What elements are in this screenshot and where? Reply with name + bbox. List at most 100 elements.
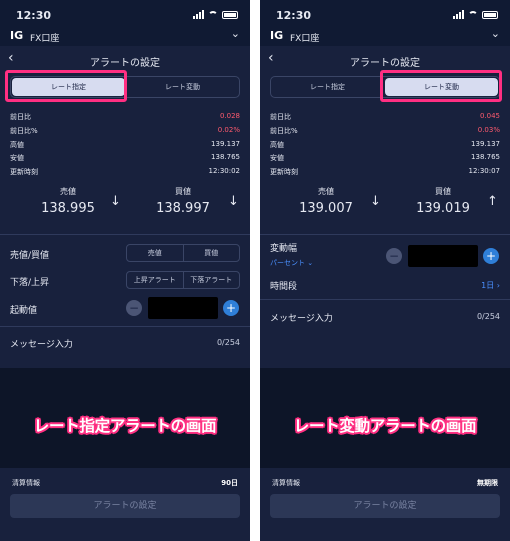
highlight-frame xyxy=(380,70,502,102)
account-selector[interactable]: IG FX口座 ⌄ xyxy=(0,26,250,46)
wifi-icon xyxy=(208,11,218,19)
plus-icon[interactable]: + xyxy=(483,248,499,264)
message-count: 0/254 xyxy=(476,312,500,321)
expiry-info: 清算情報 無期限 xyxy=(272,478,498,488)
stat-label: 前日比 xyxy=(270,113,291,121)
status-icons xyxy=(453,10,498,19)
message-label[interactable]: メッセージ入力 xyxy=(10,337,73,350)
stat-value: 12:30:02 xyxy=(208,167,240,176)
wifi-icon xyxy=(468,11,478,19)
chevron-down-icon: ⌄ xyxy=(230,27,240,40)
rate-change-alert-screen: 12:30 IG FX口座 ⌄ ‹ アラートの設定 レート指定 レート変動 前日… xyxy=(260,0,510,541)
stat-label: 前日比% xyxy=(10,126,38,135)
stat-label: 更新時刻 xyxy=(270,168,298,177)
price-stats: 前日比 0.045 前日比% 0.03% 高値 139.137 安値 138.765 更… xyxy=(270,112,500,181)
account-name: FX口座 xyxy=(290,34,320,44)
sell-price-value: 139.007 xyxy=(299,201,353,216)
stat-value: 0.03% xyxy=(477,125,500,134)
chevron-down-icon: ⌄ xyxy=(490,27,500,40)
price-stats: 前日比 0.028 前日比% 0.02% 高値 139.137 安値 138.765 更… xyxy=(10,112,240,181)
sell-price: 売値 139.007 xyxy=(276,186,376,216)
stat-value: 138.765 xyxy=(471,153,500,162)
sell-price: 売値 138.995 xyxy=(18,186,118,216)
side-label: 売値/買値 xyxy=(10,251,50,261)
period-selector[interactable]: 1日 › xyxy=(481,280,500,291)
stat-label: 前日比 xyxy=(10,113,31,121)
sell-arrow-icon: ↓ xyxy=(110,194,121,209)
status-icons xyxy=(193,10,238,19)
signal-icon xyxy=(453,10,464,19)
expiry-value: 90日 xyxy=(221,479,238,487)
stat-row: 更新時刻 12:30:02 xyxy=(10,167,240,181)
sell-price-label: 売値 xyxy=(318,187,334,196)
screen-caption: レート指定アラートの画面 xyxy=(33,417,217,435)
stat-row: 安値 138.765 xyxy=(270,153,500,167)
unit-select[interactable]: パーセント ⌄ xyxy=(270,258,313,268)
status-bar: 12:30 xyxy=(0,0,250,26)
message-label[interactable]: メッセージ入力 xyxy=(270,311,333,324)
stat-value: 138.765 xyxy=(211,153,240,162)
direction-option-up[interactable]: 上昇アラート xyxy=(127,272,183,288)
stat-row: 前日比% 0.02% xyxy=(10,126,240,140)
sell-price-label: 売値 xyxy=(60,187,76,196)
status-time: 12:30 xyxy=(16,9,52,22)
stat-value: 0.02% xyxy=(217,125,240,134)
buy-arrow-icon: ↓ xyxy=(228,194,239,209)
ig-logo: IG xyxy=(270,29,284,42)
buy-price-value: 138.997 xyxy=(156,201,210,216)
stat-row: 安値 138.765 xyxy=(10,153,240,167)
minus-icon[interactable]: − xyxy=(126,300,142,316)
side-option-sell[interactable]: 売値 xyxy=(127,245,183,261)
minus-icon[interactable]: − xyxy=(386,248,402,264)
tab-rate-specified[interactable]: レート指定 xyxy=(271,77,384,97)
stat-label: 高値 xyxy=(270,140,284,149)
stat-row: 高値 139.137 xyxy=(10,140,240,154)
tab-rate-change[interactable]: レート変動 xyxy=(126,77,239,97)
buy-price-label: 買値 xyxy=(175,187,191,196)
buy-price-label: 買値 xyxy=(435,187,451,196)
period-label: 時間段 xyxy=(270,282,298,292)
stat-value: 0.028 xyxy=(219,112,240,120)
expiry-value: 無期限 xyxy=(477,479,498,487)
buy-arrow-icon: ↑ xyxy=(487,194,498,209)
buy-price: 買値 138.997 xyxy=(133,186,233,216)
direction-selector: 上昇アラート 下落アラート xyxy=(126,271,240,289)
buy-price-value: 139.019 xyxy=(416,201,470,216)
status-time: 12:30 xyxy=(276,9,312,22)
sell-price-value: 138.995 xyxy=(41,201,95,216)
save-alert-button[interactable]: アラートの設定 xyxy=(10,494,240,518)
trigger-value-input[interactable] xyxy=(148,297,218,319)
message-count: 0/254 xyxy=(216,338,240,347)
screen-caption: レート変動アラートの画面 xyxy=(293,417,477,435)
nav-bar: ‹ アラートの設定 xyxy=(260,50,510,70)
stat-row: 前日比% 0.03% xyxy=(270,126,500,140)
change-label: 変動幅 xyxy=(270,244,298,254)
account-name: FX口座 xyxy=(30,34,60,44)
direction-option-down[interactable]: 下落アラート xyxy=(182,272,240,288)
divider xyxy=(260,234,510,235)
signal-icon xyxy=(193,10,204,19)
battery-icon xyxy=(222,11,238,19)
trigger-label: 起動値 xyxy=(10,306,38,316)
stat-row: 高値 139.137 xyxy=(270,140,500,154)
nav-bar: ‹ アラートの設定 xyxy=(0,50,250,70)
stat-row: 前日比 0.045 xyxy=(270,112,500,126)
stat-value: 139.137 xyxy=(471,139,500,148)
side-option-buy[interactable]: 買値 xyxy=(182,245,240,261)
stat-label: 安値 xyxy=(10,154,24,163)
page-title: アラートの設定 xyxy=(350,58,420,69)
expiry-label: 清算情報 xyxy=(272,479,300,487)
buy-price: 買値 139.019 xyxy=(393,186,493,216)
stat-value: 139.137 xyxy=(211,139,240,148)
side-selector: 売値 買値 xyxy=(126,244,240,262)
plus-icon[interactable]: + xyxy=(223,300,239,316)
account-selector[interactable]: IG FX口座 ⌄ xyxy=(260,26,510,46)
expiry-info: 清算情報 90日 xyxy=(12,478,238,488)
save-alert-button[interactable]: アラートの設定 xyxy=(270,494,500,518)
status-bar: 12:30 xyxy=(260,0,510,26)
highlight-frame xyxy=(5,70,127,102)
stat-label: 高値 xyxy=(10,140,24,149)
change-value-input[interactable] xyxy=(408,245,478,267)
stat-value: 12:30:07 xyxy=(468,167,500,176)
divider xyxy=(0,326,250,327)
